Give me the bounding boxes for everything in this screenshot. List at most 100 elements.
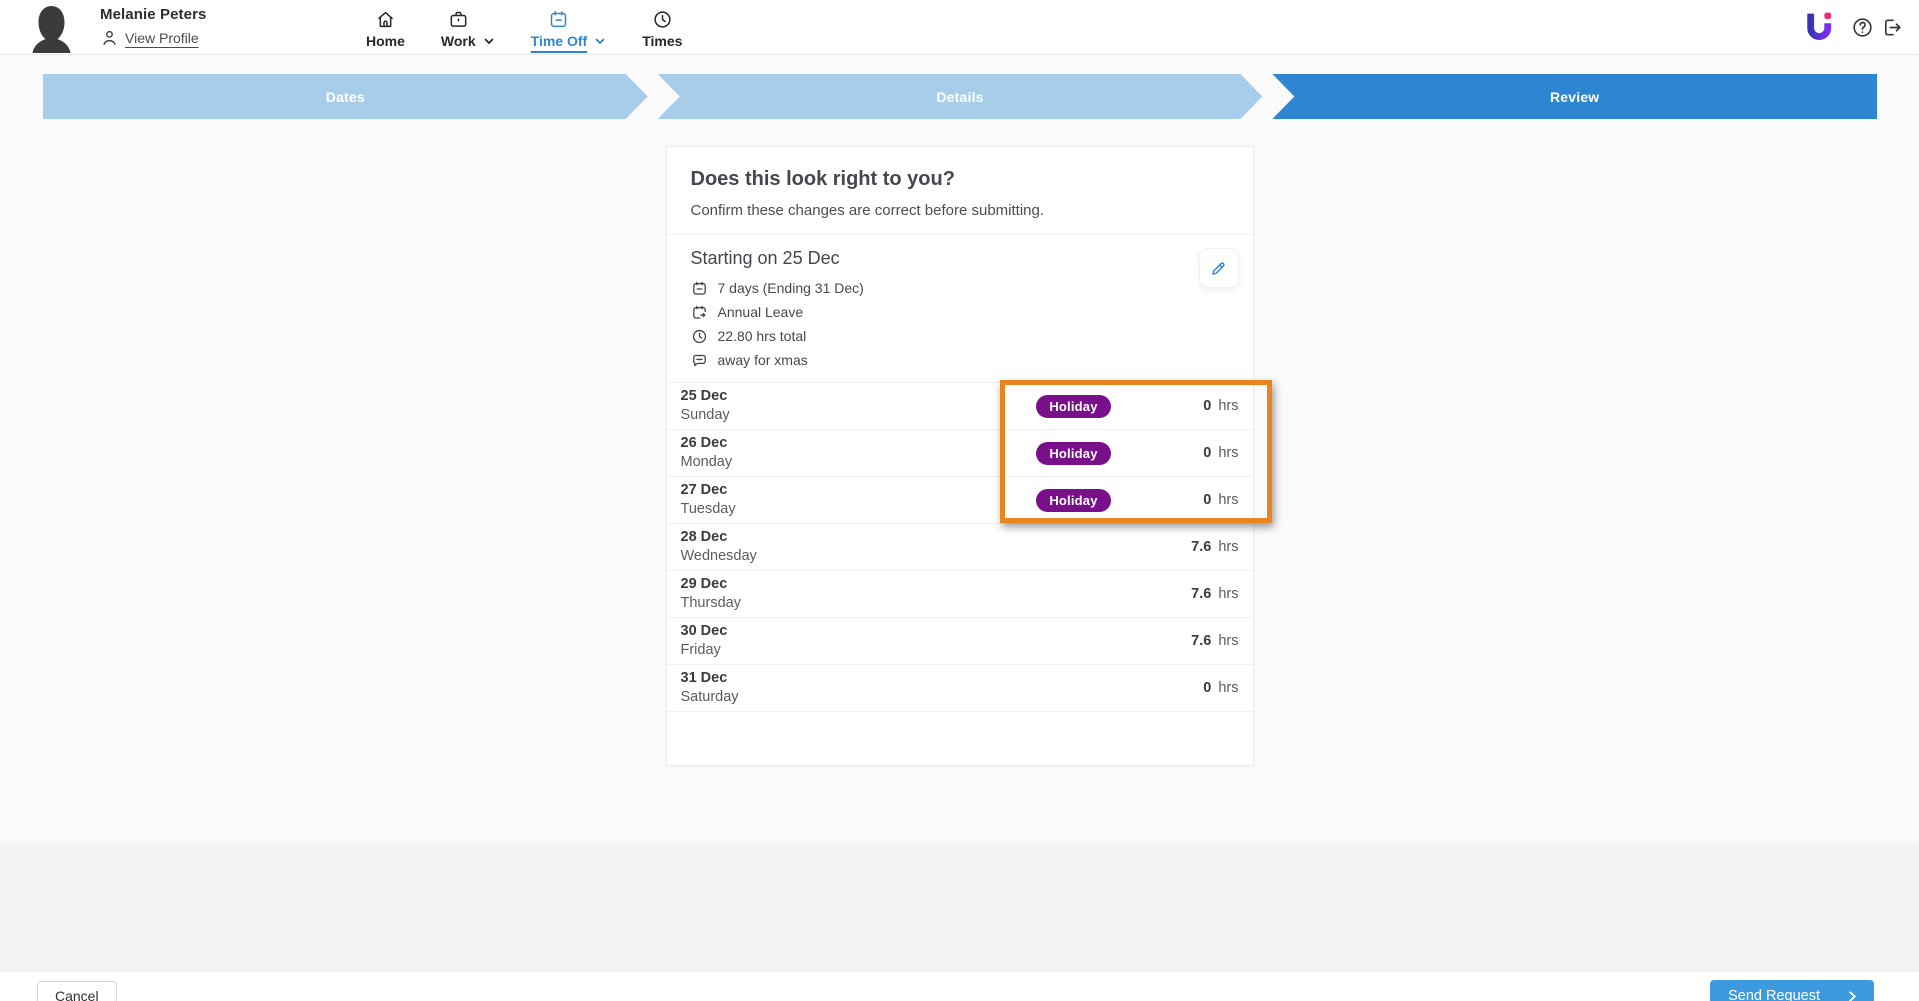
day-weekday: Saturday bbox=[681, 688, 1009, 707]
day-date: 26 Dec bbox=[681, 434, 1009, 453]
day-date: 31 Dec bbox=[681, 669, 1009, 688]
request-summary: Starting on 25 Dec 7 days (Ending 31 Dec… bbox=[667, 235, 1253, 383]
summary-total-hours: 22.80 hrs total bbox=[691, 324, 1229, 348]
day-hours-value: 7.6 bbox=[1191, 633, 1211, 649]
step-details[interactable]: Details bbox=[658, 74, 1263, 119]
summary-total-hours-text: 22.80 hrs total bbox=[718, 328, 807, 344]
nav-item-times[interactable]: Times bbox=[642, 7, 682, 49]
top-bar: Melanie Peters View Profile Home bbox=[0, 0, 1919, 55]
nav-item-time-off[interactable]: Time Off bbox=[531, 7, 607, 49]
step-dates-label: Dates bbox=[326, 89, 365, 105]
day-weekday: Friday bbox=[681, 641, 1009, 660]
day-row-31-dec: 31 Dec Saturday 0 hrs bbox=[667, 665, 1253, 712]
day-hours-unit: hrs bbox=[1218, 398, 1238, 414]
summary-leave-type-text: Annual Leave bbox=[718, 304, 804, 320]
calendar-icon bbox=[548, 9, 569, 30]
day-hours-value: 7.6 bbox=[1191, 539, 1211, 555]
brand-u-icon bbox=[1804, 11, 1834, 43]
send-request-label: Send Request bbox=[1728, 988, 1820, 1001]
send-request-button[interactable]: Send Request bbox=[1710, 980, 1874, 1001]
day-breakdown-list: 25 Dec Sunday Holiday 0 hrs 26 Dec Monda… bbox=[667, 383, 1253, 712]
holiday-badge: Holiday bbox=[1036, 442, 1110, 465]
main-nav: Home Work Time Off bbox=[366, 0, 682, 55]
lower-background-strip bbox=[0, 843, 1919, 972]
summary-duration: 7 days (Ending 31 Dec) bbox=[691, 276, 1229, 300]
clock-icon bbox=[652, 9, 673, 30]
day-weekday: Monday bbox=[681, 453, 1009, 472]
day-row-28-dec: 28 Dec Wednesday 7.6 hrs bbox=[667, 524, 1253, 571]
user-avatar[interactable] bbox=[28, 3, 75, 53]
day-hours-unit: hrs bbox=[1218, 680, 1238, 696]
day-weekday: Tuesday bbox=[681, 500, 1009, 519]
day-row-27-dec: 27 Dec Tuesday Holiday 0 hrs bbox=[667, 477, 1253, 524]
brand-logo bbox=[1804, 11, 1834, 43]
person-silhouette-icon bbox=[28, 3, 75, 53]
day-hours-value: 7.6 bbox=[1191, 586, 1211, 602]
summary-heading: Starting on 25 Dec bbox=[691, 248, 1229, 269]
chevron-right-icon bbox=[1846, 990, 1859, 1001]
day-hours-value: 0 bbox=[1203, 680, 1211, 696]
nav-item-home[interactable]: Home bbox=[366, 7, 405, 49]
day-hours-value: 0 bbox=[1203, 398, 1211, 414]
day-date: 29 Dec bbox=[681, 575, 1009, 594]
clock-icon bbox=[691, 328, 708, 345]
help-button[interactable] bbox=[1851, 16, 1874, 39]
day-hours-unit: hrs bbox=[1218, 492, 1238, 508]
pencil-icon bbox=[1209, 259, 1228, 278]
step-review[interactable]: Review bbox=[1272, 74, 1877, 119]
nav-label-home: Home bbox=[366, 33, 405, 49]
leave-type-calendar-arrow-icon bbox=[691, 304, 708, 321]
day-hours-value: 0 bbox=[1203, 492, 1211, 508]
day-date: 27 Dec bbox=[681, 481, 1009, 500]
view-profile-label: View Profile bbox=[125, 30, 199, 46]
day-weekday: Wednesday bbox=[681, 547, 1009, 566]
comment-icon bbox=[691, 352, 708, 369]
card-subtitle: Confirm these changes are correct before… bbox=[691, 202, 1229, 219]
step-review-label: Review bbox=[1550, 89, 1599, 105]
day-hours-unit: hrs bbox=[1218, 539, 1238, 555]
day-hours-unit: hrs bbox=[1218, 586, 1238, 602]
day-hours-unit: hrs bbox=[1218, 633, 1238, 649]
step-details-label: Details bbox=[936, 89, 983, 105]
step-dates[interactable]: Dates bbox=[43, 74, 648, 119]
view-profile-link[interactable]: View Profile bbox=[100, 28, 206, 47]
day-date: 25 Dec bbox=[681, 387, 1009, 406]
day-row-26-dec: 26 Dec Monday Holiday 0 hrs bbox=[667, 430, 1253, 477]
user-block: Melanie Peters View Profile bbox=[100, 6, 206, 47]
day-weekday: Thursday bbox=[681, 594, 1009, 613]
summary-note-text: away for xmas bbox=[718, 352, 808, 368]
holiday-badge: Holiday bbox=[1036, 489, 1110, 512]
edit-request-button[interactable] bbox=[1199, 248, 1239, 288]
nav-item-work[interactable]: Work bbox=[441, 7, 495, 49]
day-row-30-dec: 30 Dec Friday 7.6 hrs bbox=[667, 618, 1253, 665]
briefcase-icon bbox=[448, 9, 469, 30]
day-date: 30 Dec bbox=[681, 622, 1009, 641]
review-card: Does this look right to you? Confirm the… bbox=[666, 146, 1254, 766]
day-row-29-dec: 29 Dec Thursday 7.6 hrs bbox=[667, 571, 1253, 618]
nav-label-work: Work bbox=[441, 33, 476, 49]
action-footer: Cancel Send Request bbox=[0, 972, 1919, 1001]
summary-duration-text: 7 days (Ending 31 Dec) bbox=[718, 280, 864, 296]
day-row-25-dec: 25 Dec Sunday Holiday 0 hrs bbox=[667, 383, 1253, 430]
day-weekday: Sunday bbox=[681, 406, 1009, 425]
question-circle-icon bbox=[1851, 16, 1874, 39]
cancel-button[interactable]: Cancel bbox=[37, 981, 117, 1001]
calendar-icon bbox=[691, 280, 708, 297]
card-title: Does this look right to you? bbox=[691, 168, 1229, 191]
summary-note: away for xmas bbox=[691, 348, 1229, 372]
day-date: 28 Dec bbox=[681, 528, 1009, 547]
user-name: Melanie Peters bbox=[100, 6, 206, 23]
day-hours-unit: hrs bbox=[1218, 445, 1238, 461]
nav-label-time-off: Time Off bbox=[531, 33, 588, 49]
day-hours-value: 0 bbox=[1203, 445, 1211, 461]
summary-leave-type: Annual Leave bbox=[691, 300, 1229, 324]
main-content: Dates Details Review Does this look righ… bbox=[0, 74, 1919, 843]
holiday-badge: Holiday bbox=[1036, 395, 1110, 418]
nav-label-times: Times bbox=[642, 33, 682, 49]
logout-button[interactable] bbox=[1881, 16, 1904, 39]
chevron-down-icon bbox=[594, 35, 606, 47]
chevron-down-icon bbox=[483, 35, 495, 47]
wizard-stepper: Dates Details Review bbox=[43, 74, 1877, 119]
review-card-header: Does this look right to you? Confirm the… bbox=[667, 147, 1253, 235]
person-icon bbox=[100, 28, 119, 47]
